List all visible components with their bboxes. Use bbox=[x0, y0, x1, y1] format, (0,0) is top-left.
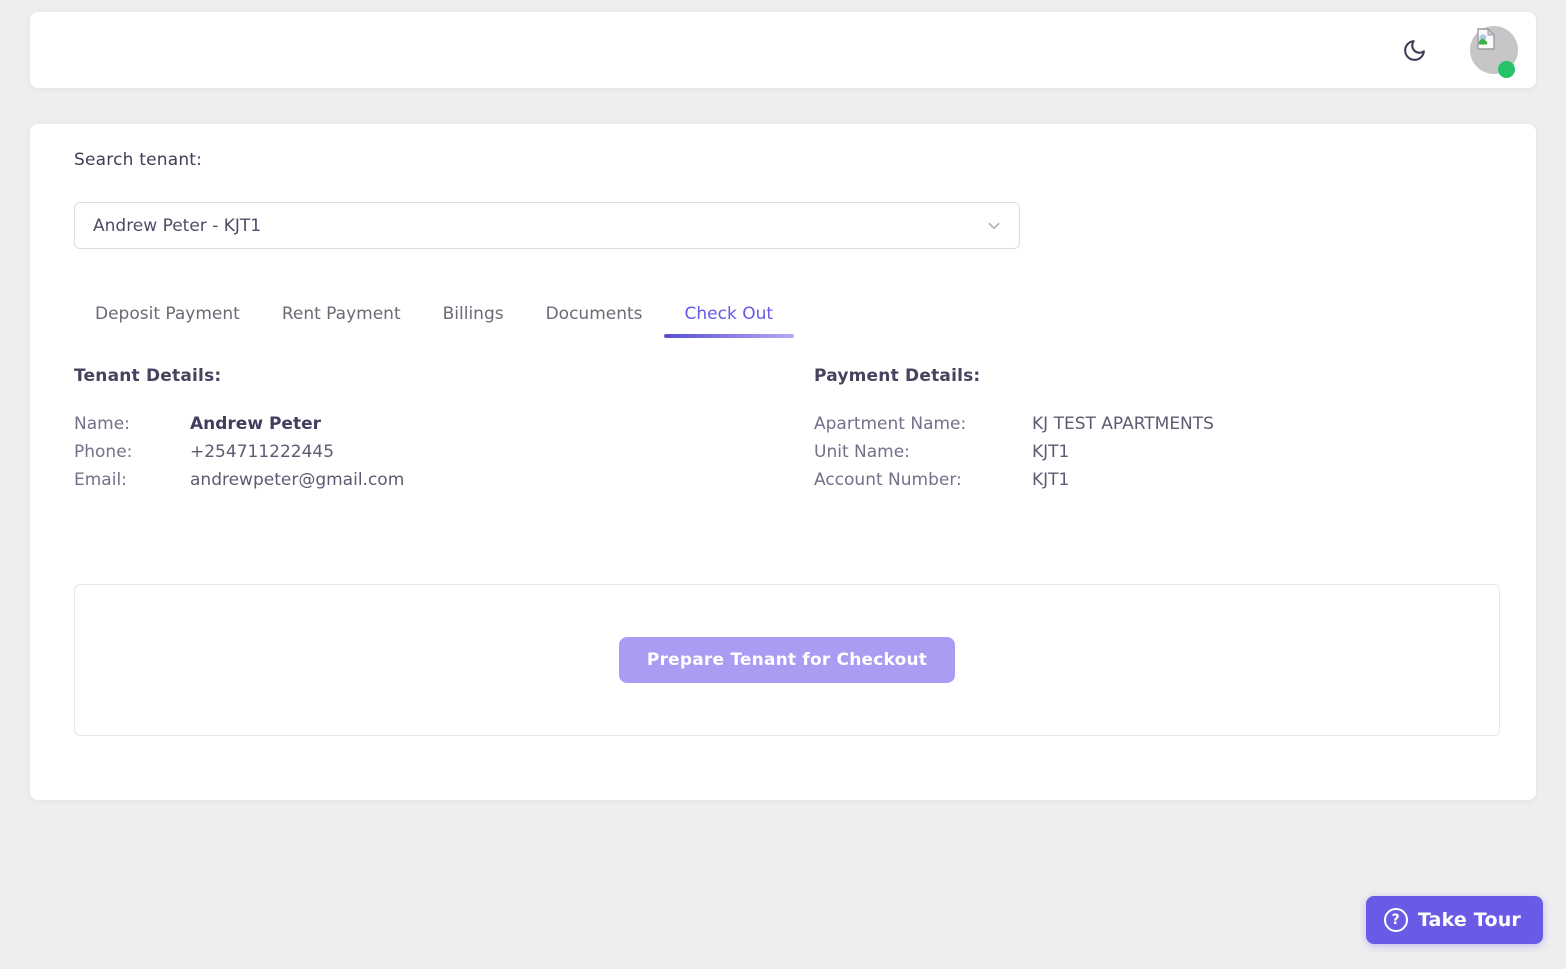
email-label: Email: bbox=[74, 466, 190, 494]
tab-deposit-payment[interactable]: Deposit Payment bbox=[74, 304, 261, 338]
account-number-row: Account Number: KJT1 bbox=[814, 466, 1500, 494]
payment-details-heading: Payment Details: bbox=[814, 366, 1500, 386]
apartment-name-label: Apartment Name: bbox=[814, 410, 1032, 438]
tab-check-out[interactable]: Check Out bbox=[664, 304, 795, 338]
tenant-details-heading: Tenant Details: bbox=[74, 366, 814, 386]
tabs: Deposit Payment Rent Payment Billings Do… bbox=[74, 304, 1500, 338]
unit-name-value: KJT1 bbox=[1032, 438, 1069, 466]
tenant-name-row: Name: Andrew Peter bbox=[74, 410, 814, 438]
tenant-select[interactable]: Andrew Peter - KJT1 bbox=[74, 202, 1020, 249]
take-tour-button[interactable]: ? Take Tour bbox=[1366, 896, 1543, 944]
dark-mode-toggle[interactable] bbox=[1401, 37, 1427, 63]
phone-value: +254711222445 bbox=[190, 438, 334, 466]
apartment-name-value: KJ TEST APARTMENTS bbox=[1032, 410, 1214, 438]
apartment-name-row: Apartment Name: KJ TEST APARTMENTS bbox=[814, 410, 1500, 438]
prepare-checkout-button[interactable]: Prepare Tenant for Checkout bbox=[619, 637, 955, 683]
search-tenant-label: Search tenant: bbox=[74, 150, 1500, 170]
top-header-bar bbox=[30, 12, 1536, 88]
tenant-select-value: Andrew Peter - KJT1 bbox=[93, 216, 261, 236]
unit-name-label: Unit Name: bbox=[814, 438, 1032, 466]
account-number-label: Account Number: bbox=[814, 466, 1032, 494]
broken-image-icon bbox=[1475, 28, 1497, 50]
question-circle-icon: ? bbox=[1384, 908, 1408, 932]
tenant-phone-row: Phone: +254711222445 bbox=[74, 438, 814, 466]
phone-label: Phone: bbox=[74, 438, 190, 466]
payment-details: Payment Details: Apartment Name: KJ TEST… bbox=[814, 366, 1500, 494]
name-value: Andrew Peter bbox=[190, 410, 321, 438]
details-section: Tenant Details: Name: Andrew Peter Phone… bbox=[74, 366, 1500, 494]
tab-billings[interactable]: Billings bbox=[422, 304, 525, 338]
tenant-details: Tenant Details: Name: Andrew Peter Phone… bbox=[74, 366, 814, 494]
tab-documents[interactable]: Documents bbox=[525, 304, 664, 338]
email-value: andrewpeter@gmail.com bbox=[190, 466, 404, 494]
moon-icon bbox=[1402, 38, 1427, 63]
avatar[interactable] bbox=[1470, 26, 1518, 74]
unit-name-row: Unit Name: KJT1 bbox=[814, 438, 1500, 466]
tenant-email-row: Email: andrewpeter@gmail.com bbox=[74, 466, 814, 494]
name-label: Name: bbox=[74, 410, 190, 438]
tenant-checkout-card: Search tenant: Andrew Peter - KJT1 Depos… bbox=[30, 124, 1536, 800]
checkout-action-box: Prepare Tenant for Checkout bbox=[74, 584, 1500, 736]
tab-rent-payment[interactable]: Rent Payment bbox=[261, 304, 422, 338]
account-number-value: KJT1 bbox=[1032, 466, 1069, 494]
chevron-down-icon bbox=[985, 217, 1003, 235]
online-status-dot bbox=[1498, 61, 1515, 78]
take-tour-label: Take Tour bbox=[1418, 909, 1521, 931]
